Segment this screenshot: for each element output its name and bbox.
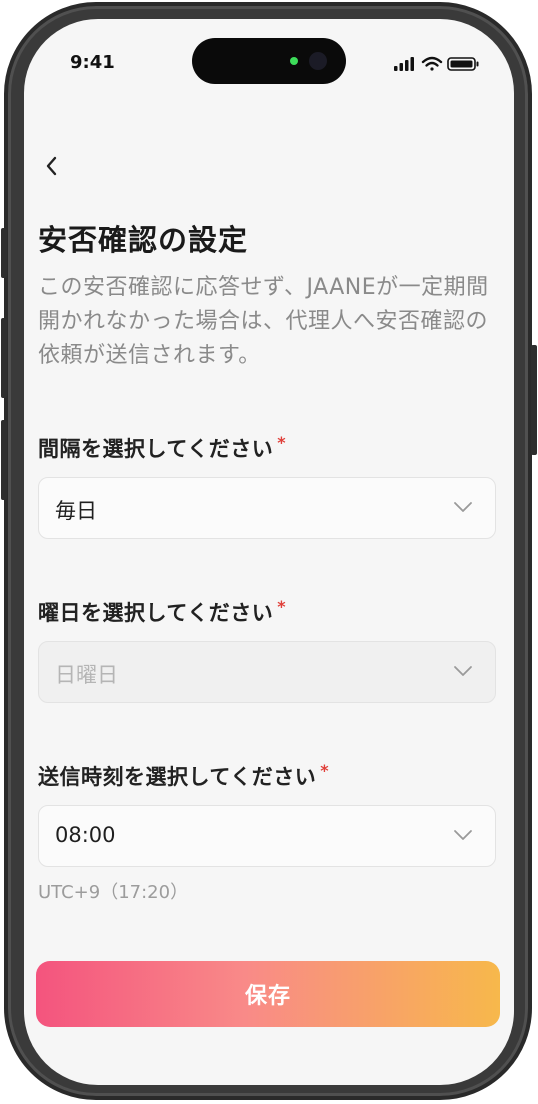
save-button[interactable]: 保存 [36,961,500,1027]
mute-switch [1,228,7,278]
required-mark: * [320,761,330,780]
send-time-select[interactable]: 08:00 [38,805,496,867]
send-time-label: 送信時刻を選択してください * [38,761,329,791]
front-camera [309,52,327,70]
page-title: 安否確認の設定 [38,223,249,257]
chevron-down-icon [454,666,472,676]
volume-down-button [1,420,7,500]
send-time-label-text: 送信時刻を選択してください [38,765,317,789]
chevron-left-icon[interactable] [38,151,68,181]
page-description: この安否確認に応答せず、JAANEが一定期間開かれなかった場合は、代理人へ安否確… [38,275,489,368]
volume-up-button [1,318,7,398]
chevron-down-icon [454,502,472,512]
status-time: 9:41 [70,52,115,73]
chevron-down-icon [454,830,472,840]
required-mark: * [277,433,287,452]
battery-icon [447,57,479,71]
interval-value: 毎日 [55,499,97,523]
weekday-select[interactable]: 日曜日 [38,641,496,703]
status-icons [394,56,479,71]
weekday-value: 日曜日 [55,663,118,687]
wifi-icon [421,56,443,71]
weekday-label-text: 曜日を選択してください [38,601,274,625]
weekday-label: 曜日を選択してください * [38,597,286,627]
interval-select[interactable]: 毎日 [38,477,496,539]
signal-icon [394,57,414,71]
interval-label: 間隔を選択してください * [38,433,286,463]
required-mark: * [277,597,287,616]
privacy-indicator-dot [290,57,298,65]
dynamic-island [192,38,346,84]
timezone-note: UTC+9（17:20） [38,882,189,903]
power-button [531,345,537,455]
screen: 9:41 安否確認の設定 この安否確認に応答せず、JAANEが一定期間開かれなか… [24,19,514,1085]
send-time-value: 08:00 [55,823,116,847]
interval-label-text: 間隔を選択してください [38,437,274,461]
